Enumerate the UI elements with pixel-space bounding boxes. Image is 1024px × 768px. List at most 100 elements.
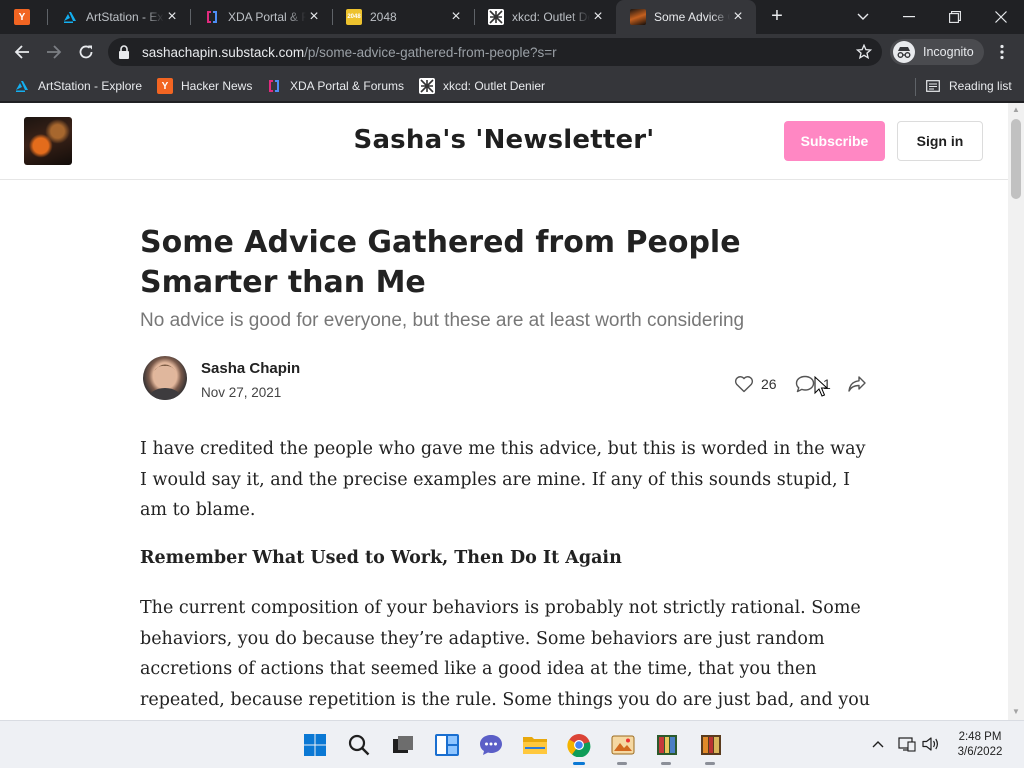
show-hidden-icons-button[interactable] (872, 735, 884, 751)
image-app-icon (611, 735, 635, 755)
tab-artstation[interactable]: ArtStation - Explore × (48, 0, 190, 34)
tab-title: 2048 (370, 10, 397, 24)
chevron-up-icon (872, 741, 884, 748)
network-icon (898, 737, 916, 752)
scrollbar-thumb[interactable] (1011, 119, 1021, 199)
task-view-button[interactable] (390, 732, 416, 758)
running-indicator (573, 762, 585, 765)
address-bar[interactable]: sashachapin.substack.com/p/some-advice-g… (108, 38, 882, 66)
kebab-menu-icon (1000, 44, 1004, 60)
network-button[interactable] (898, 736, 916, 755)
tab-xkcd[interactable]: xkcd: Outlet Denier × (474, 0, 616, 34)
hacker-news-favicon: Y (14, 9, 30, 25)
close-icon[interactable]: × (730, 9, 746, 25)
lock-icon (119, 45, 129, 59)
bookmark-xkcd[interactable]: xkcd: Outlet Denier (419, 77, 545, 95)
avatar[interactable] (143, 356, 187, 400)
minimize-button[interactable] (886, 0, 932, 34)
share-button[interactable] (847, 375, 867, 393)
xkcd-favicon (488, 9, 504, 25)
folder-icon (523, 737, 547, 754)
bookmark-xda[interactable]: XDA Portal & Forums (266, 77, 404, 95)
restore-button[interactable] (932, 0, 978, 34)
widgets-button[interactable] (434, 732, 460, 758)
reading-list-label: Reading list (949, 79, 1012, 93)
running-indicator (617, 762, 627, 765)
close-window-button[interactable] (978, 0, 1024, 34)
xkcd-favicon (419, 78, 435, 94)
chrome-button[interactable] (566, 732, 592, 758)
hacker-news-favicon: Y (157, 78, 173, 94)
bookmark-hacker-news[interactable]: Y Hacker News (157, 77, 252, 95)
scroll-up-icon[interactable]: ▲ (1012, 106, 1020, 114)
bookmark-label: xkcd: Outlet Denier (443, 79, 546, 93)
close-icon[interactable]: × (590, 9, 606, 25)
arrow-right-icon (47, 45, 62, 59)
tab-hacker-news[interactable]: Y (0, 0, 48, 34)
like-count: 26 (761, 376, 777, 392)
app-icon (657, 735, 677, 755)
xda-favicon (266, 78, 282, 94)
back-button[interactable] (10, 40, 34, 64)
volume-button[interactable] (922, 736, 940, 755)
reading-list-button[interactable]: Reading list (926, 77, 1012, 95)
reload-icon (79, 45, 93, 59)
tab-xda[interactable]: XDA Portal & Forums × (190, 0, 332, 34)
artstation-favicon (62, 9, 78, 25)
taskbar-clock[interactable]: 2:48 PM 3/6/2022 (940, 730, 1020, 760)
artstation-favicon (14, 78, 30, 94)
restore-icon (949, 11, 961, 23)
star-icon[interactable] (856, 44, 872, 60)
2048-favicon: 2048 (346, 9, 362, 25)
section-heading: Remember What Used to Work, Then Do It A… (140, 548, 622, 568)
file-explorer-button[interactable] (522, 732, 548, 758)
page-viewport: Sasha's 'Newsletter' Subscribe Sign in S… (0, 103, 1008, 720)
mouse-pointer-icon (814, 376, 828, 397)
new-tab-button[interactable]: + (766, 6, 788, 28)
scroll-down-icon[interactable]: ▼ (1012, 708, 1020, 716)
teams-chat-button[interactable] (478, 732, 504, 758)
tab-substack-active[interactable]: Some Advice Gathered from People Smarter… (616, 0, 756, 34)
windows-logo-icon (304, 734, 326, 756)
share-icon (848, 376, 866, 392)
sign-in-button[interactable]: Sign in (897, 121, 983, 161)
start-button[interactable] (302, 732, 328, 758)
reload-button[interactable] (74, 40, 98, 64)
author-name[interactable]: Sasha Chapin (201, 360, 300, 377)
tab-title: ArtStation - Explore (86, 10, 164, 24)
substack-avatar-favicon (630, 9, 646, 25)
post-date: Nov 27, 2021 (201, 385, 282, 400)
forward-button[interactable] (42, 40, 66, 64)
xda-favicon (204, 9, 220, 25)
close-icon[interactable]: × (164, 9, 180, 25)
paint-app-button[interactable] (610, 732, 636, 758)
tab-2048[interactable]: 2048 2048 × (332, 0, 474, 34)
app-button[interactable] (654, 732, 680, 758)
tab-title: Some Advice Gathered from People Smarter… (654, 10, 730, 24)
speaker-icon (922, 737, 938, 751)
chrome-icon (567, 734, 591, 757)
bookmark-label: ArtStation - Explore (38, 79, 143, 93)
tab-search-button[interactable] (840, 0, 886, 34)
browser-menu-button[interactable] (990, 40, 1014, 64)
bookmark-artstation[interactable]: ArtStation - Explore (14, 77, 142, 95)
like-button[interactable]: 26 (734, 375, 777, 393)
site-header: Sasha's 'Newsletter' Subscribe Sign in (0, 103, 1008, 180)
widgets-icon (435, 734, 459, 756)
chevron-down-icon (857, 13, 869, 20)
search-icon (348, 734, 370, 756)
close-icon[interactable]: × (448, 9, 464, 25)
running-indicator (661, 762, 671, 765)
app-button[interactable] (698, 732, 724, 758)
incognito-badge[interactable]: Incognito (890, 39, 984, 65)
running-indicator (705, 762, 715, 765)
search-button[interactable] (346, 732, 372, 758)
bookmark-label: XDA Portal & Forums (290, 79, 405, 93)
subscribe-button[interactable]: Subscribe (784, 121, 885, 161)
post-subtitle: No advice is good for everyone, but thes… (140, 310, 745, 331)
close-icon[interactable]: × (306, 9, 322, 25)
page-scrollbar[interactable]: ▲ ▼ (1008, 103, 1024, 720)
clock-date: 3/6/2022 (957, 746, 1003, 758)
task-view-icon (393, 736, 413, 753)
heart-icon (734, 376, 754, 393)
